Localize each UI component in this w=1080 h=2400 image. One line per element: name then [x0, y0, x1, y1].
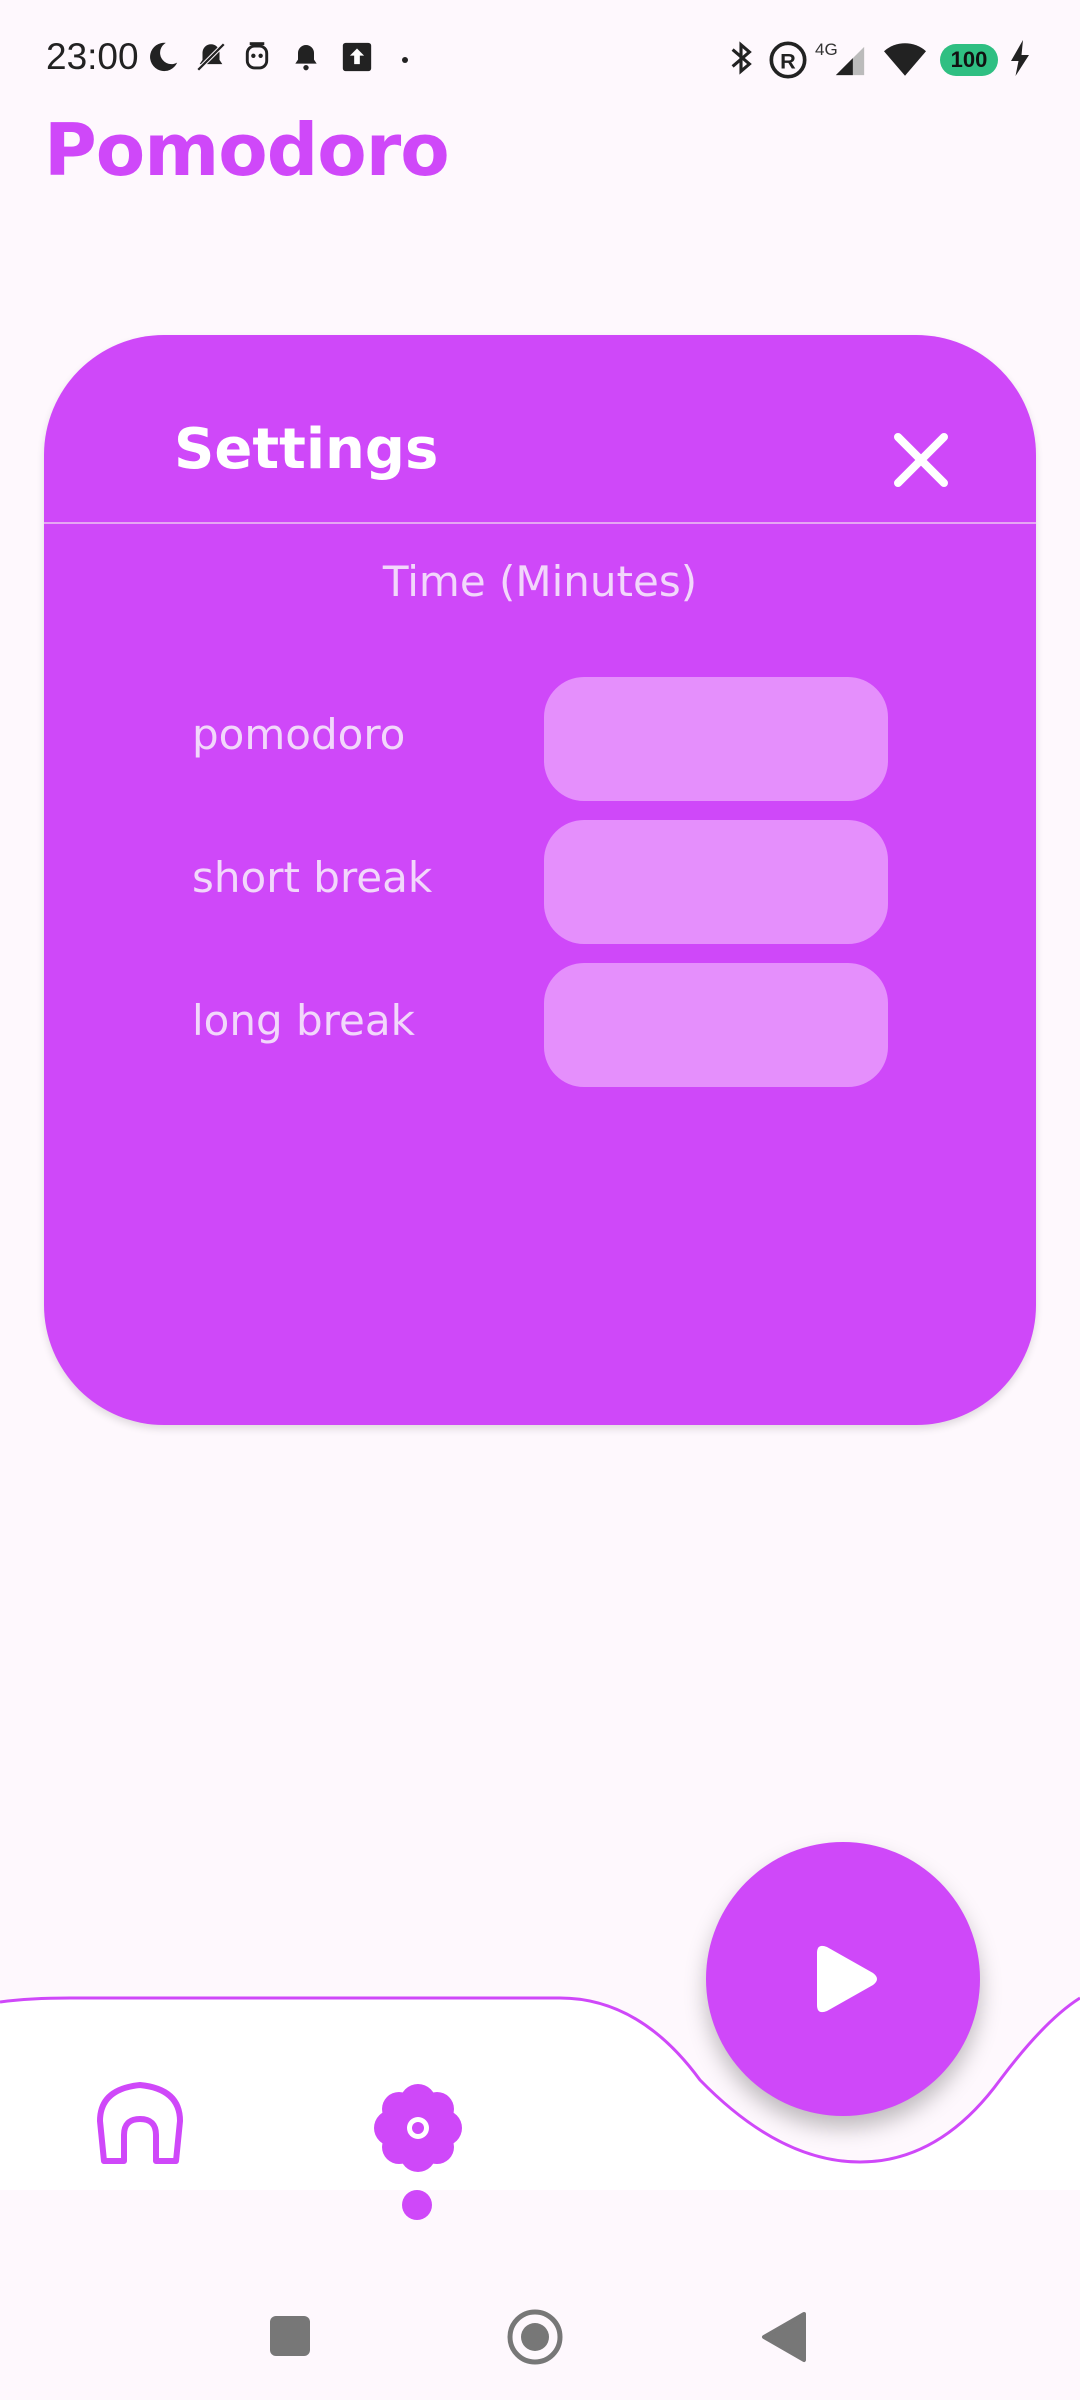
app-title: Pomodoro	[44, 108, 450, 192]
back-icon[interactable]	[760, 2310, 808, 2364]
nav-settings-button[interactable]	[370, 2080, 466, 2176]
settings-title: Settings	[174, 417, 439, 482]
wifi-icon	[884, 43, 926, 76]
settings-card: Settings Time (Minutes) pomodoro short b…	[44, 335, 1036, 1425]
moon-icon	[150, 42, 178, 72]
header-divider	[44, 522, 1036, 524]
svg-text:R: R	[780, 48, 796, 73]
charging-icon	[1011, 40, 1029, 76]
bell-off-icon	[196, 42, 226, 72]
play-icon	[817, 1945, 877, 2013]
play-button[interactable]	[706, 1842, 980, 2116]
upload-icon	[342, 42, 372, 72]
bell-icon	[295, 45, 317, 71]
time-section-label: Time (Minutes)	[382, 557, 698, 606]
pomodoro-label: pomodoro	[192, 710, 406, 759]
system-nav-bar	[0, 2260, 1080, 2400]
home-icon	[97, 2082, 183, 2164]
signal-icon	[835, 46, 865, 76]
home-system-icon[interactable]	[506, 2308, 564, 2366]
status-bar: 23:00 R 4G 100	[0, 0, 1080, 120]
close-icon	[894, 433, 948, 487]
bluetooth-icon	[731, 41, 752, 75]
short-break-input[interactable]	[544, 820, 888, 944]
recents-icon[interactable]	[268, 2314, 312, 2358]
robot-icon	[245, 42, 269, 70]
dot-icon	[402, 57, 408, 63]
long-break-label: long break	[192, 996, 415, 1045]
pomodoro-input[interactable]	[544, 677, 888, 801]
settings-icon	[374, 2084, 462, 2172]
close-button[interactable]	[884, 423, 958, 497]
long-break-input[interactable]	[544, 963, 888, 1087]
nav-home-button[interactable]	[92, 2075, 188, 2171]
battery-level: 100	[950, 47, 988, 72]
active-tab-indicator	[402, 2190, 432, 2220]
battery-indicator: 100	[940, 44, 998, 76]
short-break-label: short break	[192, 853, 433, 902]
status-time: 23:00	[46, 36, 139, 77]
registered-icon: R	[769, 41, 807, 79]
